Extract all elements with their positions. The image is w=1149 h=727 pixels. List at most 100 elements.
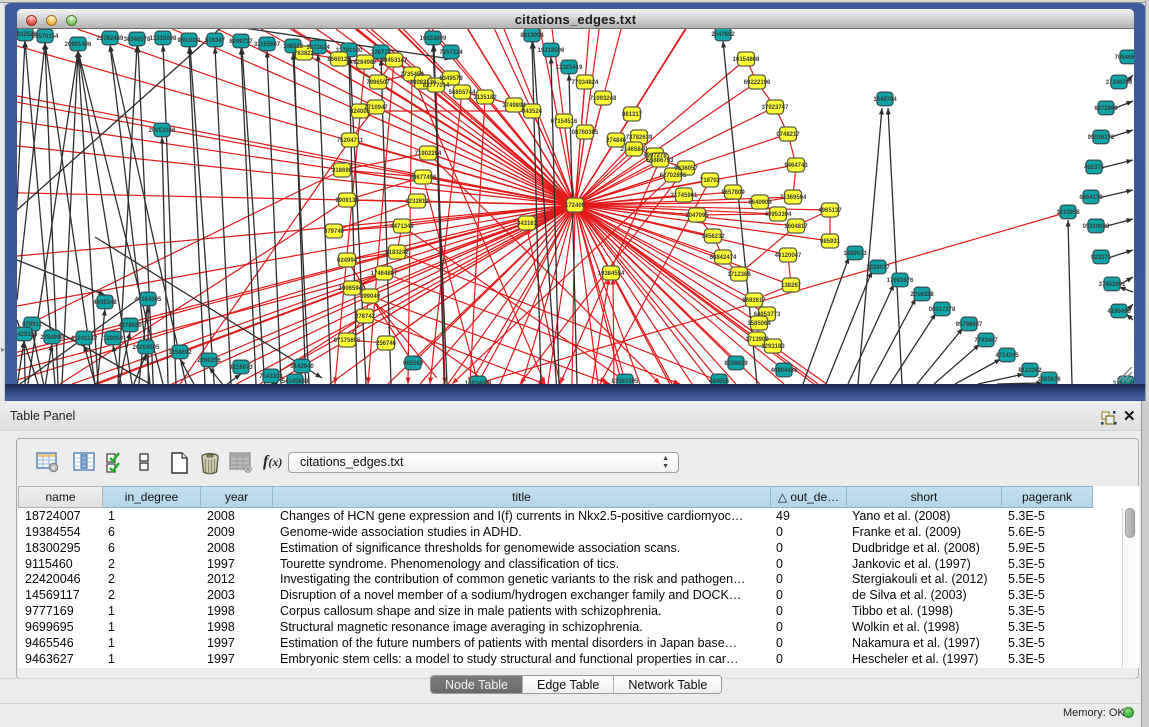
svg-text:8692617: 8692617 — [742, 298, 766, 304]
svg-text:4714345: 4714345 — [995, 353, 1019, 359]
svg-text:71093248: 71093248 — [590, 96, 617, 102]
svg-text:9464743: 9464743 — [784, 163, 808, 169]
svg-text:26204505: 26204505 — [133, 345, 160, 351]
svg-text:923271: 923271 — [1091, 255, 1112, 261]
svg-text:985931: 985931 — [820, 239, 841, 245]
svg-text:46804436: 46804436 — [771, 368, 798, 374]
svg-text:343524: 343524 — [522, 109, 543, 115]
svg-text:1712368: 1712368 — [727, 272, 751, 278]
svg-text:1456232: 1456232 — [701, 234, 725, 240]
svg-text:0142940: 0142940 — [290, 364, 314, 370]
svg-text:75204711: 75204711 — [337, 138, 364, 144]
svg-text:3215958: 3215958 — [1056, 210, 1080, 216]
svg-text:079911: 079911 — [22, 322, 42, 328]
svg-text:8299737: 8299737 — [229, 39, 253, 45]
svg-text:024994: 024994 — [337, 258, 358, 264]
svg-text:22782489: 22782489 — [97, 36, 124, 42]
svg-text:2784980: 2784980 — [40, 335, 64, 341]
svg-text:31165667: 31165667 — [254, 42, 281, 48]
svg-text:13325419: 13325419 — [556, 65, 583, 71]
svg-text:8813054: 8813054 — [520, 33, 544, 39]
svg-text:7743487: 7743487 — [974, 338, 998, 344]
svg-text:256746: 256746 — [376, 341, 397, 347]
svg-text:138267: 138267 — [781, 283, 802, 289]
svg-text:4935348: 4935348 — [93, 300, 117, 306]
svg-text:9636057: 9636057 — [674, 166, 698, 172]
svg-text:1604817: 1604817 — [784, 224, 808, 230]
svg-text:278742: 278742 — [355, 314, 376, 320]
svg-text:70546688: 70546688 — [1115, 55, 1134, 61]
svg-text:10154808: 10154808 — [733, 57, 760, 63]
svg-text:64053773: 64053773 — [754, 312, 781, 318]
svg-text:3158692: 3158692 — [168, 350, 192, 356]
svg-text:40164005: 40164005 — [135, 297, 162, 303]
svg-text:43953394: 43953394 — [765, 212, 792, 218]
svg-text:08317278: 08317278 — [929, 307, 956, 313]
svg-text:19218506: 19218506 — [538, 48, 565, 54]
svg-text:3320037: 3320037 — [866, 265, 890, 271]
svg-text:861317: 861317 — [622, 112, 643, 118]
svg-text:2047682: 2047682 — [711, 32, 735, 38]
svg-text:77034824: 77034824 — [572, 80, 599, 86]
svg-text:41241182: 41241182 — [71, 336, 98, 342]
svg-text:2710947: 2710947 — [364, 105, 388, 111]
svg-text:1665876: 1665876 — [1037, 377, 1061, 383]
svg-text:37452991: 37452991 — [1099, 282, 1126, 288]
svg-text:73782639: 73782639 — [626, 135, 653, 141]
svg-text:83777014: 83777014 — [423, 83, 450, 89]
svg-text:4278680: 4278680 — [118, 323, 142, 329]
svg-text:4216073: 4216073 — [229, 365, 253, 371]
svg-text:17693676: 17693676 — [887, 278, 914, 284]
svg-text:1232812: 1232812 — [405, 199, 429, 205]
svg-text:46120047: 46120047 — [775, 253, 802, 259]
svg-text:31781080: 31781080 — [336, 48, 363, 54]
svg-text:6349578: 6349578 — [439, 76, 463, 82]
svg-text:37346706: 37346706 — [1106, 80, 1133, 86]
svg-text:2735454: 2735454 — [400, 72, 424, 78]
svg-text:19384554: 19384554 — [598, 271, 625, 277]
svg-text:69453147: 69453147 — [381, 58, 408, 64]
svg-text:4965137: 4965137 — [818, 208, 842, 214]
svg-text:7996507: 7996507 — [366, 80, 390, 86]
svg-text:7543303: 7543303 — [259, 374, 283, 380]
svg-text:6272980: 6272980 — [1094, 106, 1118, 112]
svg-text:08760385: 08760385 — [572, 130, 599, 136]
svg-text:17464887: 17464887 — [371, 271, 398, 277]
svg-text:95798687: 95798687 — [956, 322, 983, 328]
svg-text:54145868: 54145868 — [282, 379, 309, 384]
svg-text:13315098: 13315098 — [150, 36, 177, 42]
svg-text:8657809: 8657809 — [721, 190, 745, 196]
svg-text:0748217: 0748217 — [776, 132, 800, 138]
svg-text:172409: 172409 — [565, 203, 586, 209]
svg-text:9909133: 9909133 — [335, 198, 359, 204]
svg-text:326773: 326773 — [371, 50, 392, 56]
svg-text:718702: 718702 — [700, 178, 721, 184]
svg-text:1713900: 1713900 — [745, 337, 769, 343]
svg-text:38346578: 38346578 — [124, 37, 151, 43]
svg-text:05310033: 05310033 — [1083, 224, 1110, 230]
svg-text:20991406: 20991406 — [65, 42, 92, 48]
svg-text:399049: 399049 — [360, 294, 381, 300]
svg-text:518347: 518347 — [205, 38, 226, 44]
svg-text:6464170: 6464170 — [1079, 195, 1103, 201]
svg-text:8660124: 8660124 — [327, 57, 351, 63]
svg-text:20053346: 20053346 — [149, 128, 176, 134]
svg-text:465375: 465375 — [1084, 165, 1105, 171]
svg-text:763822: 763822 — [294, 51, 315, 57]
svg-text:8122362: 8122362 — [1018, 368, 1042, 374]
svg-text:1489513: 1489513 — [843, 251, 867, 257]
svg-text:71369594: 71369594 — [780, 195, 807, 201]
svg-text:71902294: 71902294 — [415, 151, 442, 157]
svg-text:38425135: 38425135 — [17, 332, 38, 338]
svg-text:2260256: 2260256 — [197, 358, 221, 364]
svg-text:274846: 274846 — [606, 138, 627, 144]
svg-text:67175655: 67175655 — [334, 338, 361, 344]
svg-text:8236629: 8236629 — [724, 361, 748, 367]
svg-text:21745961: 21745961 — [671, 193, 698, 199]
svg-text:16033809: 16033809 — [420, 36, 447, 42]
svg-text:16934060: 16934060 — [465, 381, 492, 384]
svg-text:09570154: 09570154 — [32, 34, 59, 40]
svg-text:679740: 679740 — [324, 229, 345, 235]
svg-text:106513: 106513 — [283, 44, 304, 50]
svg-text:38677496: 38677496 — [410, 175, 437, 181]
